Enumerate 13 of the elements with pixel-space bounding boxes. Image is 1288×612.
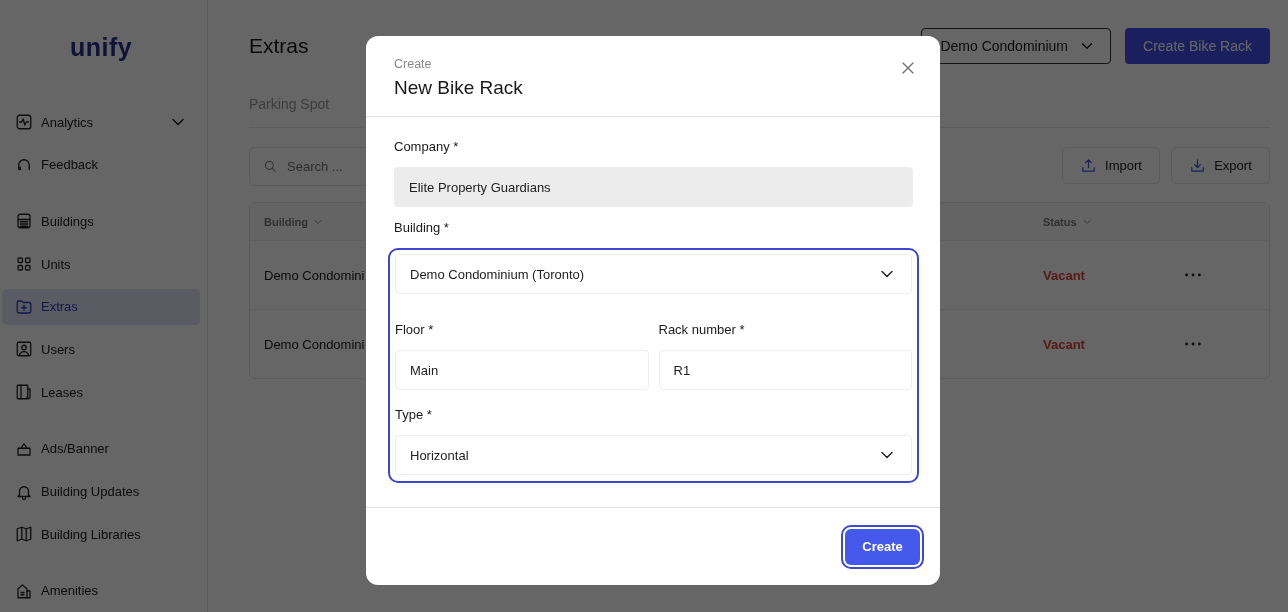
field-label: Rack number * [658,322,746,338]
field-label: Company * [394,139,460,155]
status-text: Vacant [1043,336,1086,352]
field-label: Floor * [395,322,435,338]
dialog-title: New Bike Rack [394,76,523,100]
page-title: Extras [249,34,309,58]
table-cell: Demo Condomini [264,267,365,283]
dialog-subtitle: Create [394,56,433,72]
table-cell: Demo Condomini [264,336,365,352]
logo: unify [69,32,133,63]
status-text: Vacant [1043,267,1086,283]
field-label: Building * [394,220,450,236]
field-label: Type * [395,407,433,423]
